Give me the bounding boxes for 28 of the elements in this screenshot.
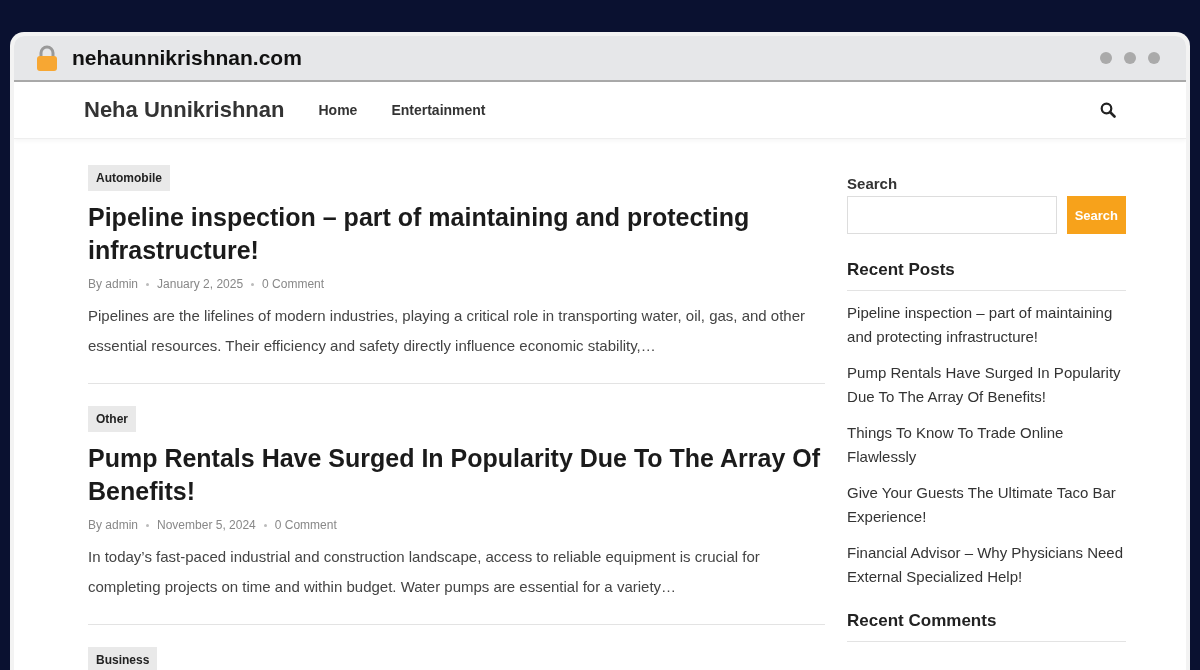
search-label: Search: [847, 175, 899, 192]
category-tag[interactable]: Other: [88, 406, 136, 432]
nav-link[interactable]: Home: [318, 102, 358, 118]
search-icon[interactable]: [1100, 102, 1116, 118]
post-title[interactable]: Pipeline inspection – part of maintaining and protecting infrastructure!: [88, 201, 826, 267]
recent-post-link[interactable]: Pump Rentals Have Surged In Popularity Due To The Array Of Benefits!: [847, 361, 1126, 409]
lock-icon: [36, 45, 58, 71]
window-controls[interactable]: [1100, 52, 1160, 64]
recent-post-link[interactable]: Pipeline inspection – part of maintaining and protecting infrastructure!: [847, 301, 1126, 349]
post-date: January 2, 2025: [157, 277, 244, 291]
recent-post-link[interactable]: Give Your Guests The Ultimate Taco Bar Experience!: [847, 481, 1126, 529]
comment-count[interactable]: 0 Comment: [274, 518, 337, 532]
category-tag[interactable]: Business: [88, 647, 158, 670]
comment-count[interactable]: 0 Comment: [262, 277, 325, 291]
category-tag[interactable]: Automobile: [88, 165, 170, 191]
widget-heading: Recent Comments: [847, 611, 1126, 642]
post-date: November 5, 2024: [157, 518, 256, 532]
post-author: By admin: [88, 277, 139, 291]
post-excerpt: Pipelines are the lifelines of modern industries, playing a critical role in transporting water, oil, gas, and other essential resources. Their efficiency and safety directly influence economic stability,…: [88, 306, 807, 356]
site-title[interactable]: Neha Unnikrishnan: [84, 97, 285, 123]
recent-post-link[interactable]: Things To Know To Trade Online Flawlessly: [847, 421, 1126, 469]
nav-link[interactable]: Entertainment: [391, 102, 486, 118]
widget-heading: Recent Posts: [847, 260, 1126, 291]
post-author: By admin: [88, 518, 139, 532]
search-field[interactable]: [847, 196, 1057, 234]
post-title[interactable]: Pump Rentals Have Surged In Popularity Due To The Array Of Benefits!: [88, 442, 826, 508]
recent-post-link[interactable]: Financial Advisor – Why Physicians Need External Specialized Help!: [847, 541, 1126, 589]
post-excerpt: In today’s fast-paced industrial and construction landscape, access to reliable equipment is crucial for completing projects on time and within budget. Water pumps are essential for a variety…: [88, 547, 761, 597]
